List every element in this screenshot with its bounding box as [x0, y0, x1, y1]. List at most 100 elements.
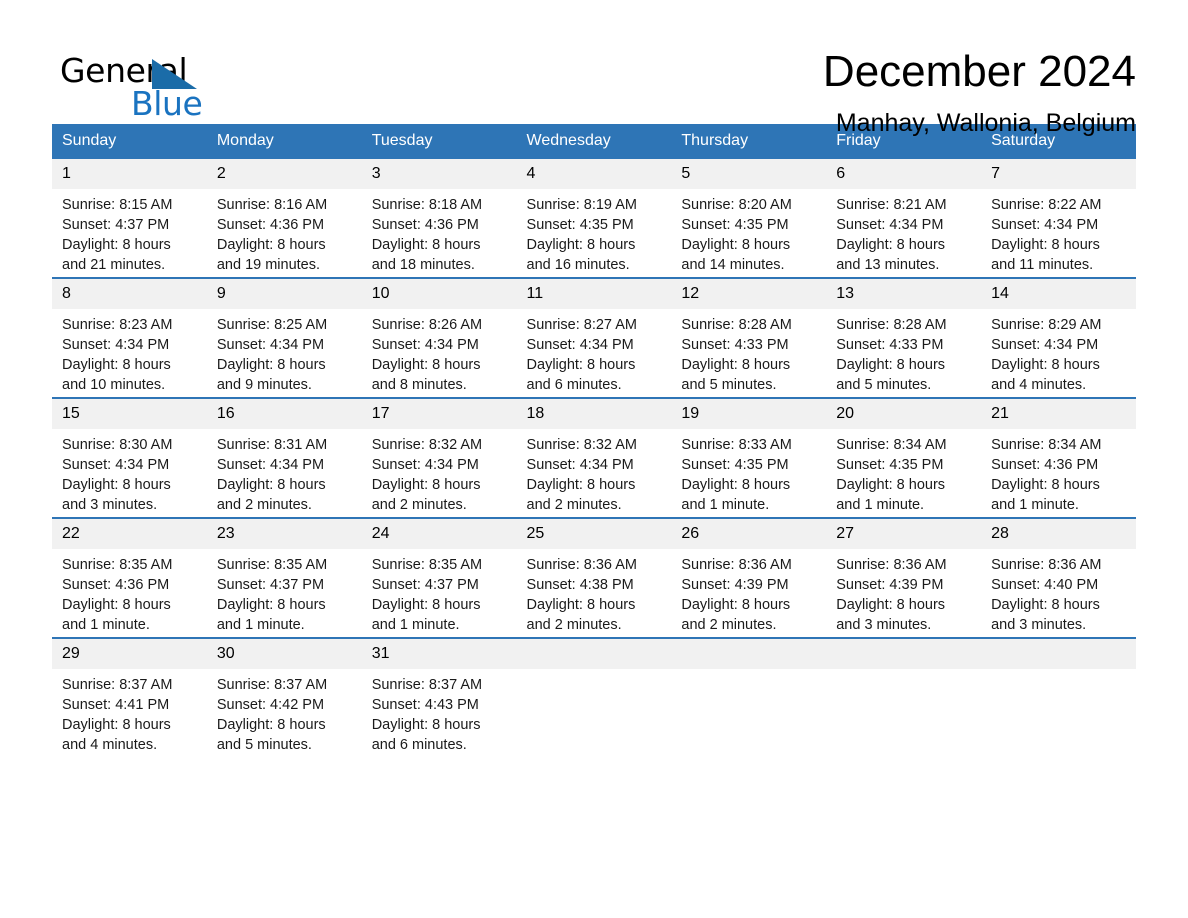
calendar-day-cell[interactable]: 15 Sunrise: 8:30 AM Sunset: 4:34 PM Dayligh… [52, 397, 207, 518]
sunset-text: Sunset: 4:42 PM [216, 697, 325, 713]
daylight-text-line2: and 4 minutes. [62, 737, 158, 753]
calendar-day-cell[interactable]: 14 Sunrise: 8:29 AM Sunset: 4:34 PM Dayligh… [981, 277, 1136, 398]
day-cell-inner: 30 Sunrise: 8:37 AM Sunset: 4:42 PM Dayligh… [206, 639, 362, 757]
calendar-day-cell[interactable]: 13 Sunrise: 8:28 AM Sunset: 4:33 PM Dayligh… [826, 277, 982, 398]
daylight-text-line2: and 2 minutes. [526, 497, 622, 513]
calendar-day-cell[interactable]: 30 Sunrise: 8:37 AM Sunset: 4:42 PM Dayligh… [206, 637, 362, 757]
calendar-day-cell[interactable]: 1 Sunrise: 8:15 AM Sunset: 4:37 PM Daylight… [52, 159, 207, 278]
sunrise-text: Sunrise: 8:31 AM [216, 437, 328, 453]
day-cell-inner: 6 Sunrise: 8:21 AM Sunset: 4:34 PM Daylight… [826, 159, 982, 277]
calendar-day-cell[interactable]: 11 Sunrise: 8:27 AM Sunset: 4:34 PM Dayligh… [516, 277, 672, 398]
day-number: 2 [206, 159, 362, 189]
day-details: Sunrise: 8:16 AM Sunset: 4:36 PM Daylight:… [207, 189, 362, 275]
day-details: Sunrise: 8:18 AM Sunset: 4:36 PM Daylight:… [362, 189, 517, 275]
day-number: 1 [52, 159, 207, 189]
day-details: Sunrise: 8:36 AM Sunset: 4:39 PM Daylight:… [671, 549, 826, 635]
sunrise-text: Sunrise: 8:29 AM [991, 317, 1102, 333]
calendar-day-cell[interactable]: 18 Sunrise: 8:32 AM Sunset: 4:34 PM Dayligh… [516, 397, 672, 518]
day-details: Sunrise: 8:34 AM Sunset: 4:35 PM Daylight:… [826, 429, 981, 515]
calendar-day-cell[interactable]: 20 Sunrise: 8:34 AM Sunset: 4:35 PM Dayligh… [826, 397, 982, 518]
day-details: Sunrise: 8:31 AM Sunset: 4:34 PM Daylight:… [207, 429, 362, 515]
sunset-text: Sunset: 4:36 PM [216, 217, 325, 233]
daylight-text-line2: and 2 minutes. [216, 497, 312, 513]
calendar-day-cell[interactable]: 4 Sunrise: 8:19 AM Sunset: 4:35 PM Daylight… [516, 159, 672, 278]
page-header: General Blue December 2024 Manhay, Wallo… [52, 0, 1136, 137]
daylight-text-line1: Daylight: 8 hours [526, 597, 636, 613]
calendar-day-cell[interactable]: 8 Sunrise: 8:23 AM Sunset: 4:34 PM Daylight… [52, 277, 207, 398]
day-number: 28 [981, 519, 1136, 549]
daylight-text-line2: and 1 minute. [836, 497, 925, 513]
day-cell-inner: 19 Sunrise: 8:33 AM Sunset: 4:35 PM Dayligh… [671, 399, 827, 517]
day-details: Sunrise: 8:28 AM Sunset: 4:33 PM Daylight:… [671, 309, 826, 395]
calendar-day-cell[interactable]: 10 Sunrise: 8:26 AM Sunset: 4:34 PM Dayligh… [361, 277, 517, 398]
calendar-day-cell[interactable]: 25 Sunrise: 8:36 AM Sunset: 4:38 PM Dayligh… [516, 517, 672, 638]
day-number: 10 [361, 279, 517, 309]
sunrise-text: Sunrise: 8:35 AM [371, 557, 483, 573]
daylight-text-line2: and 1 minute. [681, 497, 770, 513]
sunset-text: Sunset: 4:34 PM [62, 337, 170, 353]
calendar-week-row: 1 Sunrise: 8:15 AM Sunset: 4:37 PM Daylight… [52, 159, 1136, 278]
daylight-text-line1: Daylight: 8 hours [371, 477, 481, 493]
calendar-day-cell[interactable]: 6 Sunrise: 8:21 AM Sunset: 4:34 PM Daylight… [826, 159, 982, 278]
day-details: Sunrise: 8:35 AM Sunset: 4:37 PM Daylight:… [207, 549, 362, 635]
day-number: 16 [206, 399, 362, 429]
generalblue-logo[interactable]: General Blue [52, 46, 232, 124]
sunrise-text: Sunrise: 8:36 AM [526, 557, 637, 573]
day-cell-inner: 24 Sunrise: 8:35 AM Sunset: 4:37 PM Dayligh… [361, 519, 517, 637]
sunrise-text: Sunrise: 8:18 AM [371, 197, 483, 213]
day-details: Sunrise: 8:36 AM Sunset: 4:40 PM Daylight:… [981, 549, 1136, 635]
day-details: Sunrise: 8:37 AM Sunset: 4:42 PM Daylight:… [207, 669, 362, 755]
daylight-text-line1: Daylight: 8 hours [62, 357, 171, 373]
day-number: 8 [52, 279, 207, 309]
daylight-text-line2: and 6 minutes. [371, 737, 467, 753]
calendar-day-cell[interactable]: 28 Sunrise: 8:36 AM Sunset: 4:40 PM Dayligh… [981, 517, 1136, 638]
day-details: Sunrise: 8:20 AM Sunset: 4:35 PM Daylight:… [671, 189, 826, 275]
calendar-day-cell[interactable]: 9 Sunrise: 8:25 AM Sunset: 4:34 PM Daylight… [206, 277, 362, 398]
calendar-day-cell[interactable]: 29 Sunrise: 8:37 AM Sunset: 4:41 PM Dayligh… [52, 637, 207, 757]
daylight-text-line2: and 1 minute. [62, 617, 150, 633]
day-number: 19 [671, 399, 827, 429]
day-details: Sunrise: 8:34 AM Sunset: 4:36 PM Daylight:… [981, 429, 1136, 515]
calendar-day-cell[interactable]: 3 Sunrise: 8:18 AM Sunset: 4:36 PM Daylight… [361, 159, 517, 278]
calendar-day-cell[interactable]: 23 Sunrise: 8:35 AM Sunset: 4:37 PM Dayligh… [206, 517, 362, 638]
sunset-text: Sunset: 4:34 PM [991, 217, 1099, 233]
day-number: 9 [206, 279, 362, 309]
calendar-day-cell[interactable]: 31 Sunrise: 8:37 AM Sunset: 4:43 PM Dayligh… [361, 637, 517, 757]
day-details [671, 669, 826, 675]
day-number: 7 [981, 159, 1136, 189]
sunrise-text: Sunrise: 8:36 AM [991, 557, 1102, 573]
sunrise-text: Sunrise: 8:32 AM [526, 437, 637, 453]
day-details: Sunrise: 8:37 AM Sunset: 4:41 PM Daylight:… [52, 669, 207, 755]
calendar-empty-cell [516, 637, 672, 757]
daylight-text-line2: and 9 minutes. [216, 377, 312, 393]
calendar-day-cell[interactable]: 17 Sunrise: 8:32 AM Sunset: 4:34 PM Dayligh… [361, 397, 517, 518]
calendar-day-cell[interactable]: 16 Sunrise: 8:31 AM Sunset: 4:34 PM Dayligh… [206, 397, 362, 518]
calendar-day-cell[interactable]: 2 Sunrise: 8:16 AM Sunset: 4:36 PM Daylight… [206, 159, 362, 278]
day-cell-inner: 29 Sunrise: 8:37 AM Sunset: 4:41 PM Dayligh… [52, 639, 207, 757]
daylight-text-line2: and 4 minutes. [991, 377, 1087, 393]
daylight-text-line1: Daylight: 8 hours [371, 597, 481, 613]
daylight-text-line1: Daylight: 8 hours [836, 237, 946, 253]
calendar-day-cell[interactable]: 12 Sunrise: 8:28 AM Sunset: 4:33 PM Dayligh… [671, 277, 827, 398]
day-cell-inner: 28 Sunrise: 8:36 AM Sunset: 4:40 PM Dayligh… [981, 519, 1136, 637]
day-number: 26 [671, 519, 827, 549]
day-details [826, 669, 981, 675]
calendar-day-cell[interactable]: 7 Sunrise: 8:22 AM Sunset: 4:34 PM Daylight… [981, 159, 1136, 278]
sunrise-text: Sunrise: 8:37 AM [62, 677, 173, 693]
calendar-day-cell[interactable]: 5 Sunrise: 8:20 AM Sunset: 4:35 PM Daylight… [671, 159, 827, 278]
calendar-day-cell[interactable]: 21 Sunrise: 8:34 AM Sunset: 4:36 PM Dayligh… [981, 397, 1136, 518]
calendar-day-cell[interactable]: 22 Sunrise: 8:35 AM Sunset: 4:36 PM Dayligh… [52, 517, 207, 638]
calendar-day-cell[interactable]: 27 Sunrise: 8:36 AM Sunset: 4:39 PM Dayligh… [826, 517, 982, 638]
day-cell-inner: 21 Sunrise: 8:34 AM Sunset: 4:36 PM Dayligh… [981, 399, 1136, 517]
daylight-text-line2: and 6 minutes. [526, 377, 622, 393]
calendar-day-cell[interactable]: 26 Sunrise: 8:36 AM Sunset: 4:39 PM Dayligh… [671, 517, 827, 638]
day-number [671, 639, 827, 669]
day-cell-inner [516, 639, 672, 757]
day-details: Sunrise: 8:23 AM Sunset: 4:34 PM Daylight:… [52, 309, 207, 395]
day-details: Sunrise: 8:35 AM Sunset: 4:37 PM Daylight:… [362, 549, 517, 635]
day-details [981, 669, 1136, 675]
sunset-text: Sunset: 4:41 PM [62, 697, 170, 713]
calendar-day-cell[interactable]: 24 Sunrise: 8:35 AM Sunset: 4:37 PM Dayligh… [361, 517, 517, 638]
day-details [517, 669, 672, 675]
calendar-day-cell[interactable]: 19 Sunrise: 8:33 AM Sunset: 4:35 PM Dayligh… [671, 397, 827, 518]
